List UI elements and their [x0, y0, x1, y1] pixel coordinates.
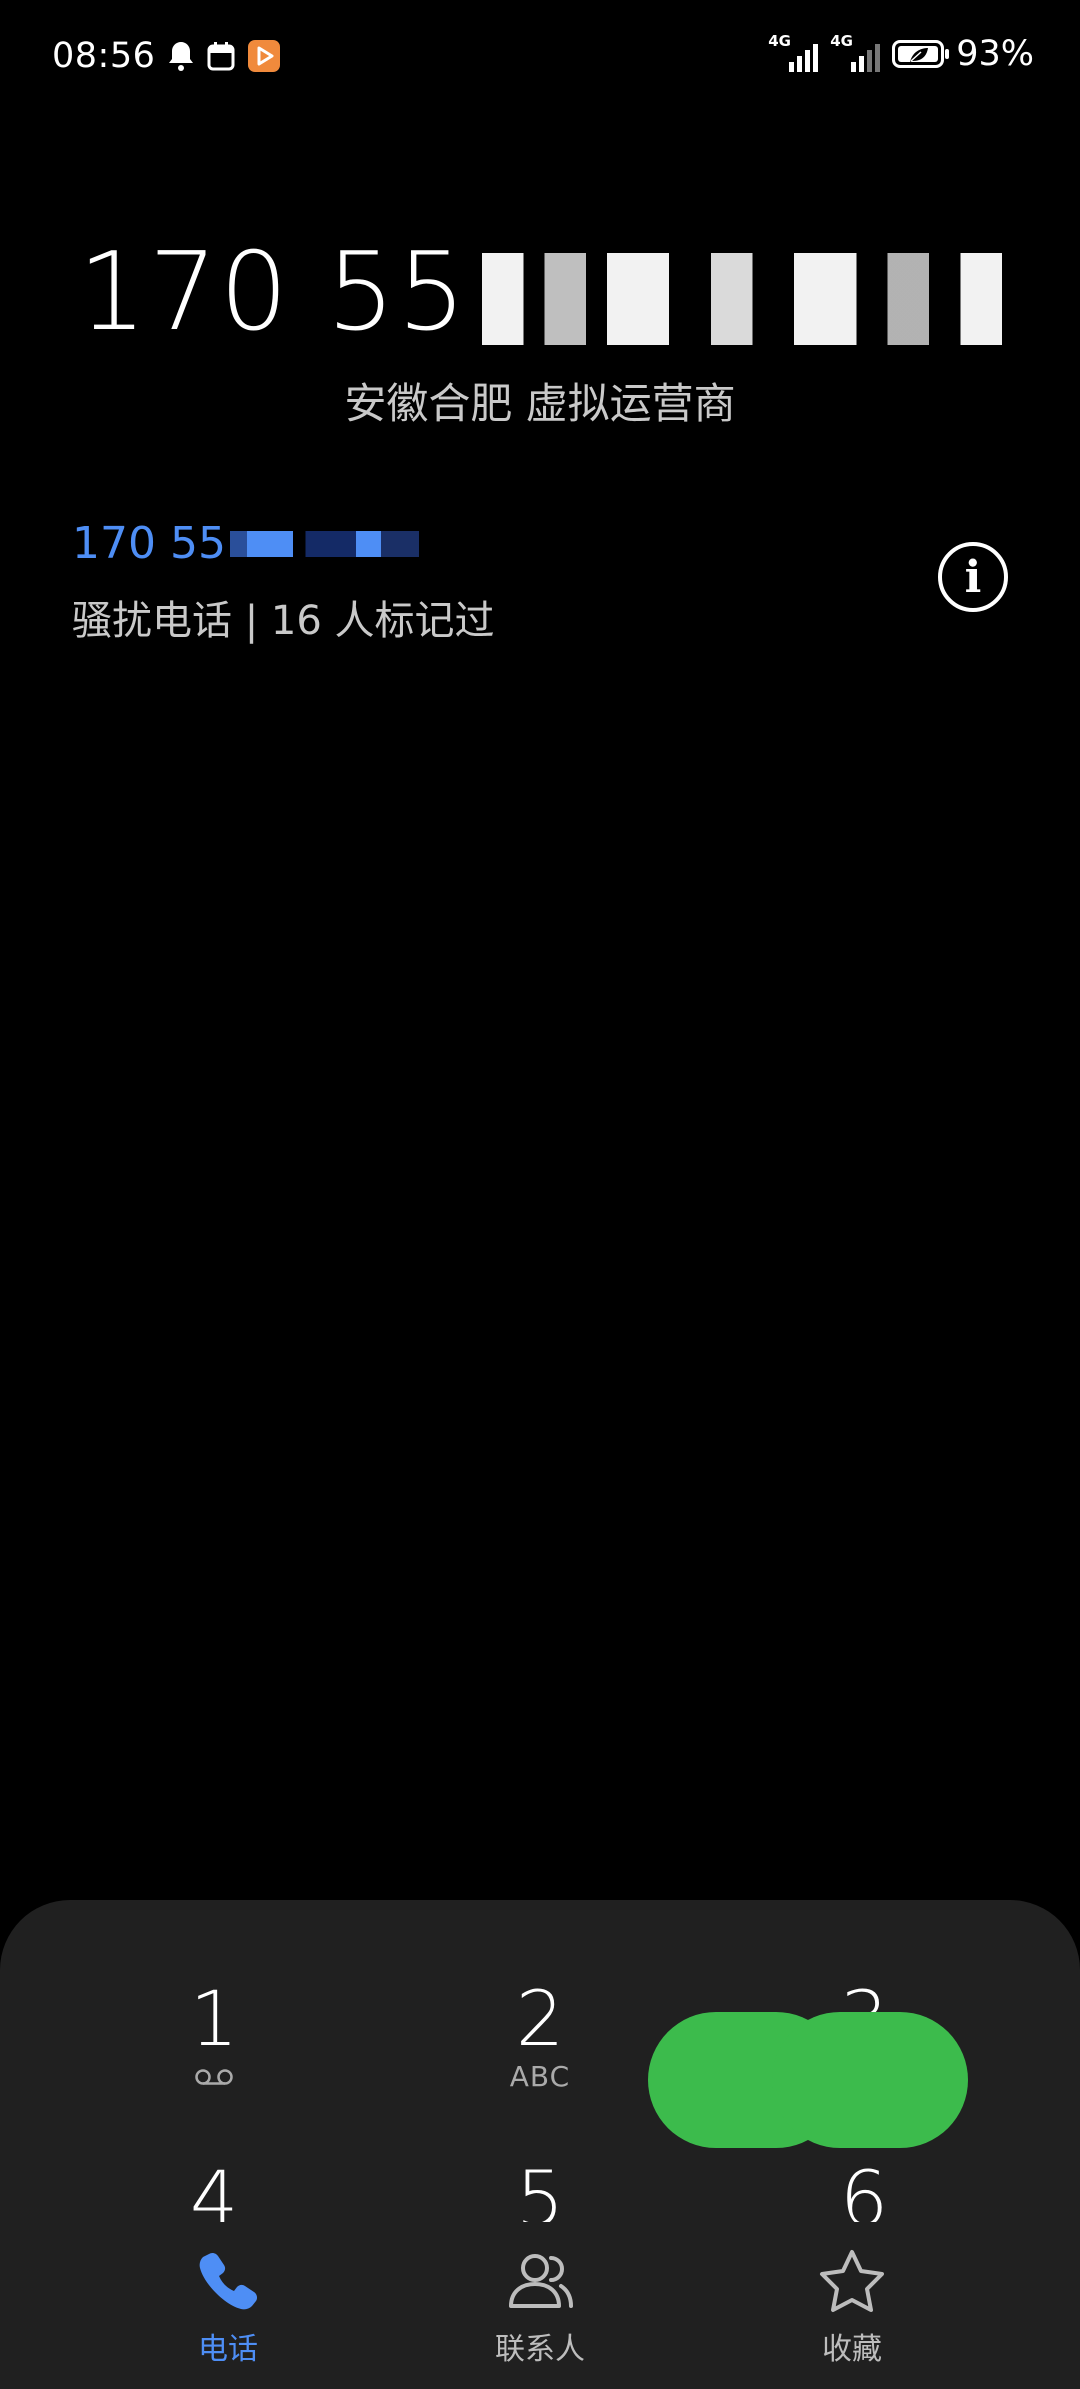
dialpad-key-2[interactable]: 2 ABC: [430, 1976, 650, 2094]
call-log-number: 170 55: [72, 518, 440, 569]
spam-mark-label: 骚扰电话 | 16 人标记过: [72, 598, 495, 644]
phone-call-screen: 08:56 4G 4G 93% 170 55 安徽合肥 虚拟运营商 170 55…: [0, 0, 1080, 2389]
nav-tab-phone[interactable]: 电话: [128, 2248, 328, 2368]
signal-strength-icon: 4G: [768, 32, 819, 74]
info-button[interactable]: i: [938, 542, 1008, 612]
nav-tab-contacts[interactable]: 联系人: [440, 2248, 640, 2368]
dialpad-key-1[interactable]: 1: [104, 1976, 324, 2093]
status-time: 08:56: [52, 36, 156, 76]
redacted-digits: [481, 253, 1002, 346]
phone-icon: [128, 2248, 328, 2318]
signal-strength-icon-2: 4G: [830, 32, 881, 74]
bell-icon: [167, 40, 195, 72]
contacts-icon: [440, 2248, 640, 2318]
nav-tab-favorites[interactable]: 收藏: [752, 2248, 952, 2368]
star-icon: [752, 2248, 952, 2318]
bottom-navigation: 电话 联系人 收藏: [0, 2222, 1080, 2389]
caller-number: 170 55: [0, 230, 1080, 355]
status-bar: 08:56 4G 4G 93%: [0, 0, 1080, 120]
call-button-secondary[interactable]: [772, 2012, 968, 2148]
info-icon: i: [964, 551, 982, 603]
voicemail-icon: [104, 2060, 324, 2093]
video-app-icon: [247, 39, 281, 73]
call-log-item[interactable]: 170 55 骚扰电话 | 16 人标记过 i: [72, 518, 1008, 644]
battery-icon: [892, 40, 950, 68]
caller-number-visible: 170 55: [78, 230, 468, 355]
caller-location: 安徽合肥 虚拟运营商: [344, 379, 736, 428]
calendar-icon: [207, 41, 235, 71]
battery-percentage: 93%: [956, 34, 1034, 74]
redacted-digits-blue: [229, 530, 440, 557]
